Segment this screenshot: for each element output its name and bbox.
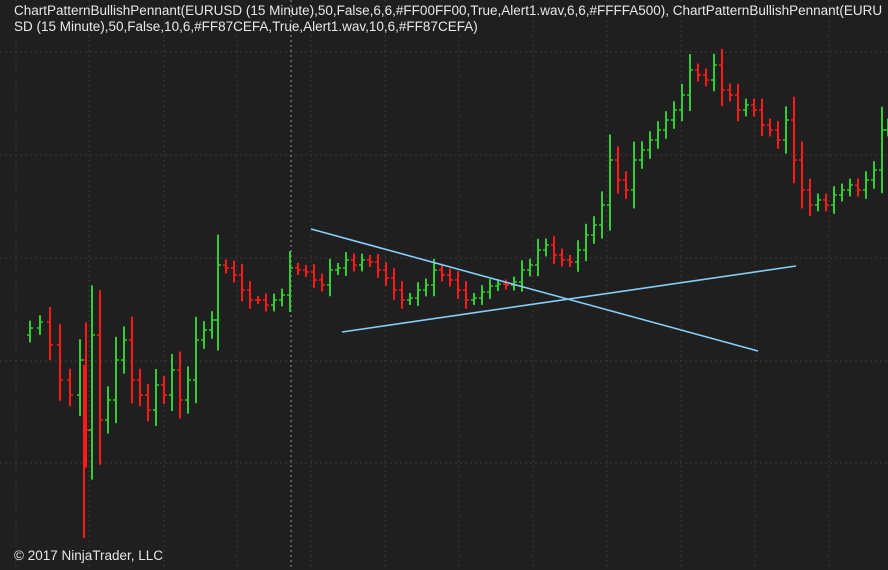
price-chart[interactable] — [0, 0, 888, 570]
chart-grid — [0, 0, 888, 570]
price-bars[interactable] — [27, 49, 888, 538]
pennant-upper-trendline[interactable] — [310, 228, 759, 352]
chart-panel[interactable]: ChartPatternBullishPennant(EURUSD (15 Mi… — [0, 0, 888, 570]
copyright-text: © 2017 NinjaTrader, LLC — [14, 548, 164, 563]
